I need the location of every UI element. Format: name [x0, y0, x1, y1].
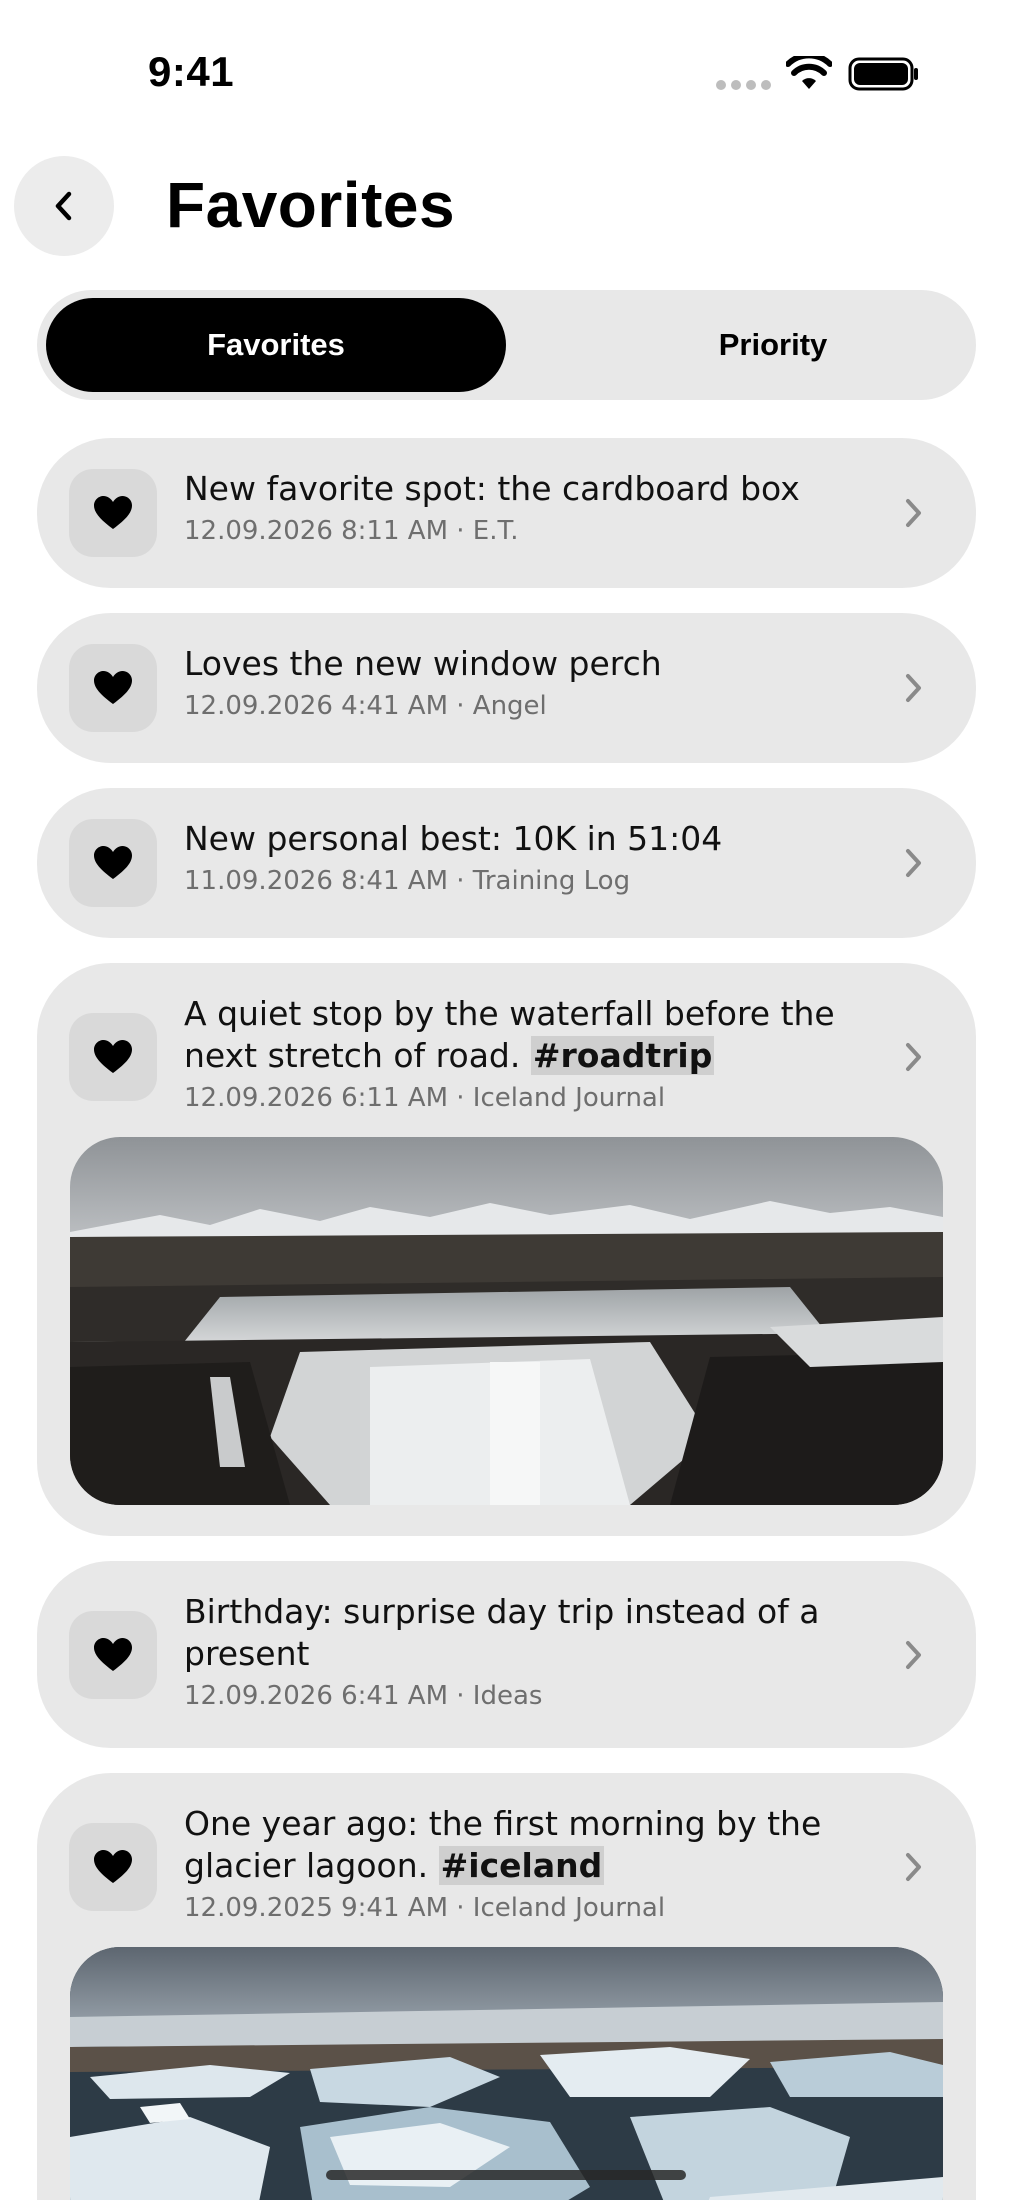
favorite-icon-tile: [69, 1013, 157, 1101]
favorite-icon-tile: [69, 644, 157, 732]
card-title: New favorite spot: the cardboard box: [184, 469, 800, 508]
hashtag[interactable]: #roadtrip: [530, 1036, 715, 1075]
wifi-icon: [786, 56, 832, 89]
favorite-card[interactable]: Birthday: surprise day trip instead of a…: [37, 1561, 976, 1748]
card-meta: 12.09.2026 4:41 AM · Angel: [184, 691, 547, 721]
segmented-control: Favorites Priority: [37, 290, 976, 400]
favorite-card[interactable]: New personal best: 10K in 51:04 11.09.20…: [37, 788, 976, 938]
tab-favorites[interactable]: Favorites: [46, 298, 506, 392]
card-title: A quiet stop by the waterfall before the…: [184, 993, 876, 1077]
status-time: 9:41: [148, 48, 235, 95]
favorite-card-with-photo[interactable]: A quiet stop by the waterfall before the…: [37, 963, 976, 1536]
card-title-text: A quiet stop by the waterfall before the…: [184, 994, 835, 1075]
chevron-left-icon: [55, 191, 72, 221]
page-title: Favorites: [166, 169, 456, 241]
chevron-right-icon: [906, 1641, 921, 1669]
heart-icon: [94, 671, 132, 704]
chevron-right-icon: [906, 1043, 921, 1071]
favorite-icon-tile: [69, 1823, 157, 1911]
favorite-icon-tile: [69, 819, 157, 907]
favorite-card[interactable]: New favorite spot: the cardboard box 12.…: [37, 438, 976, 588]
status-bar: 9:41: [0, 0, 1013, 110]
favorite-card-with-photo[interactable]: One year ago: the first morning by the g…: [37, 1773, 976, 2200]
heart-icon: [94, 846, 132, 879]
heart-icon: [94, 1850, 132, 1883]
heart-icon: [94, 496, 132, 529]
heart-icon: [94, 1638, 132, 1671]
card-meta: 12.09.2025 9:41 AM · Iceland Journal: [184, 1893, 666, 1923]
card-title: New personal best: 10K in 51:04: [184, 819, 723, 858]
cellular-signal-icon: [716, 80, 771, 90]
home-indicator: [326, 2170, 686, 2180]
card-meta: 12.09.2026 6:41 AM · Ideas: [184, 1681, 543, 1711]
chevron-right-icon: [906, 1853, 921, 1881]
card-title: Birthday: surprise day trip instead of a…: [184, 1592, 820, 1673]
favorite-card[interactable]: Loves the new window perch 12.09.2026 4:…: [37, 613, 976, 763]
card-meta: 12.09.2026 6:11 AM · Iceland Journal: [184, 1083, 666, 1113]
favorite-icon-tile: [69, 469, 157, 557]
chevron-right-icon: [906, 674, 921, 702]
chevron-right-icon: [906, 499, 921, 527]
card-meta: 11.09.2026 8:41 AM · Training Log: [184, 866, 631, 896]
chevron-right-icon: [906, 849, 921, 877]
hashtag[interactable]: #iceland: [438, 1846, 605, 1885]
waterfall-photo[interactable]: [70, 1137, 943, 1505]
heart-icon: [94, 1040, 132, 1073]
battery-icon: [848, 57, 918, 91]
card-meta: 12.09.2026 8:11 AM · E.T.: [184, 516, 519, 546]
card-title: One year ago: the first morning by the g…: [184, 1803, 876, 1887]
back-button[interactable]: [14, 156, 114, 256]
card-title: Loves the new window perch: [184, 644, 662, 683]
favorite-icon-tile: [69, 1611, 157, 1699]
glacier-lagoon-photo[interactable]: [70, 1947, 943, 2200]
tab-priority[interactable]: Priority: [543, 298, 1003, 392]
